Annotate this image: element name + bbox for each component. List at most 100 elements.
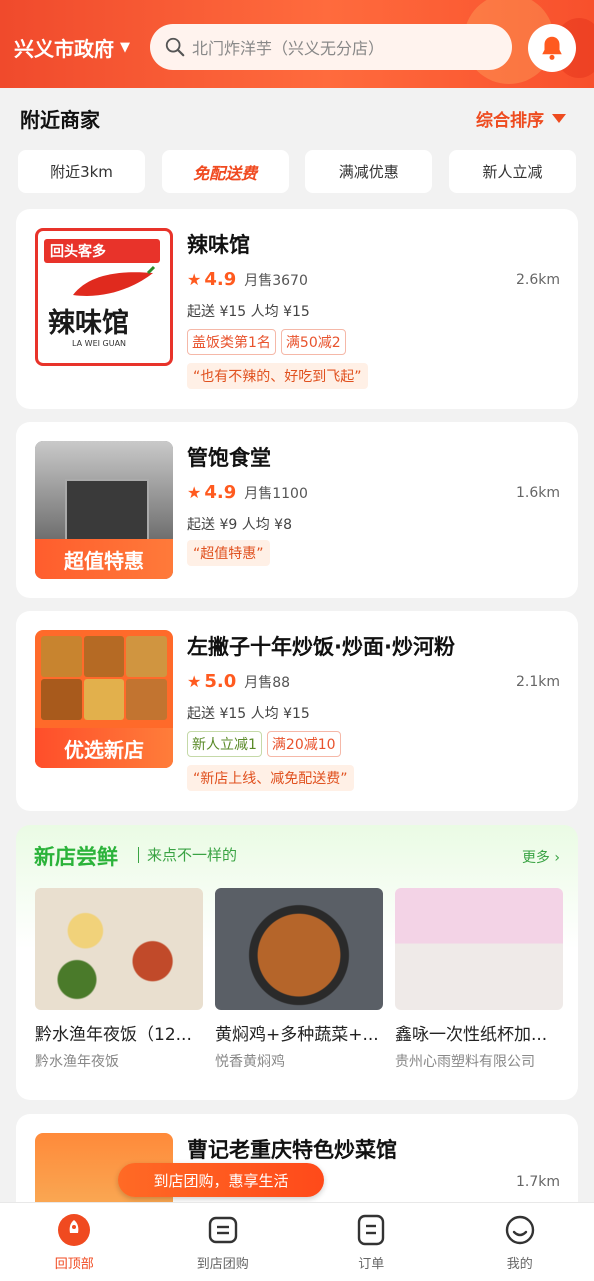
chevron-down-icon: ▼ (120, 40, 130, 55)
more-link[interactable]: 更多 › (522, 847, 560, 867)
shop-card[interactable]: 超值特惠 管饱食堂 ★ 4.9 月售1100 1.6km 起送 ¥9 人均 ¥8… (16, 422, 578, 598)
sort-label: 综合排序 (476, 106, 544, 131)
shop-meta: 起送 ¥15 人均 ¥15 (187, 301, 310, 321)
shop-sales: 月售3670 (244, 270, 308, 290)
filter-bar: 附近3km 免配送费 满减优惠 新人立减 (18, 150, 576, 193)
section-title: 附近商家 (20, 104, 100, 133)
search-icon (164, 36, 186, 58)
new-shop-name: 黄焖鸡+多种蔬菜+... (215, 1020, 383, 1045)
rocket-icon (57, 1213, 91, 1247)
shop-distance: 1.7km (516, 1174, 560, 1190)
shop-score: 5.0 (204, 671, 236, 692)
shop-meta: 起送 ¥9 人均 ¥8 (187, 514, 292, 534)
shop-name: 辣味馆 (187, 229, 250, 259)
shop-tag: 盖饭类第1名 (187, 329, 276, 355)
new-shop-item[interactable]: 黔水渔年夜饭（12... 黔水渔年夜饭 (35, 888, 203, 1071)
new-shops-section: 新店尝鲜 来点不一样的 更多 › 黔水渔年夜饭（12... 黔水渔年夜饭 黄焖鸡… (16, 825, 578, 1100)
shop-sales: 月售88 (244, 672, 290, 692)
chevron-right-icon: › (554, 850, 560, 866)
new-shop-name: 黔水渔年夜饭（12... (35, 1020, 203, 1045)
min-order: 起送 ¥15 (187, 304, 246, 320)
search-placeholder: 北门炸洋芋（兴义无分店） (192, 35, 384, 59)
rating-row: ★ 4.9 月售1100 1.6km (187, 482, 560, 503)
thumb-promo: 超值特惠 (35, 539, 173, 579)
food-grid-image (41, 636, 167, 720)
rating-row: ★ 4.9 月售3670 2.6km (187, 269, 560, 290)
triangle-down-icon (552, 114, 566, 123)
star-icon: ★ (187, 270, 201, 289)
profile-icon (503, 1213, 537, 1247)
new-shop-name: 鑫咏一次性纸杯加... (395, 1020, 563, 1045)
shop-distance: 1.6km (516, 485, 560, 501)
shop-thumbnail: 回头客多 辣味馆 LA WEI GUAN (35, 228, 173, 366)
new-shop-owner: 贵州心雨塑料有限公司 (395, 1051, 563, 1071)
notification-button[interactable] (528, 24, 576, 72)
rating-row: ★ 5.0 月售88 2.1km (187, 671, 560, 692)
shop-thumbnail: 超值特惠 (35, 441, 173, 579)
shop-card[interactable]: 回头客多 辣味馆 LA WEI GUAN 辣味馆 ★ 4.9 月售3670 2.… (16, 209, 578, 409)
order-icon (354, 1213, 388, 1247)
shop-sales: 月售1100 (244, 483, 308, 503)
location-label: 兴义市政府 (14, 33, 114, 62)
nav-profile[interactable]: 我的 (446, 1203, 594, 1281)
shop-score: 4.9 (204, 269, 236, 290)
shop-thumbnail: 优选新店 (35, 630, 173, 768)
store-icon (206, 1213, 240, 1247)
thumb-logo: 辣味馆 (48, 301, 129, 340)
group-buy-banner[interactable]: 到店团购，惠享生活 (118, 1163, 324, 1197)
shop-tag: 满50减2 (281, 329, 346, 355)
new-shop-owner: 黔水渔年夜饭 (35, 1051, 203, 1071)
min-order: 起送 ¥15 (187, 706, 246, 722)
nav-label: 我的 (507, 1253, 533, 1272)
search-bar[interactable]: 北门炸洋芋（兴义无分店） (150, 24, 512, 70)
nav-label: 回顶部 (55, 1253, 94, 1272)
thumb-logo-sub: LA WEI GUAN (72, 339, 126, 348)
location-selector[interactable]: 兴义市政府 ▼ (14, 33, 130, 62)
shop-card[interactable]: 优选新店 左撇子十年炒饭·炒面·炒河粉 ★ 5.0 月售88 2.1km 起送 … (16, 611, 578, 811)
shop-quote: “也有不辣的、好吃到飞起” (187, 363, 368, 389)
per-person: 人均 ¥8 (242, 517, 292, 533)
new-shop-image (215, 888, 383, 1010)
filter-new-user[interactable]: 新人立减 (449, 150, 576, 193)
per-person: 人均 ¥15 (251, 706, 310, 722)
star-icon: ★ (187, 672, 201, 691)
filter-discount[interactable]: 满减优惠 (305, 150, 432, 193)
thumb-ribbon: 回头客多 (44, 239, 160, 263)
star-icon: ★ (187, 483, 201, 502)
per-person: 人均 ¥15 (251, 304, 310, 320)
new-shop-item[interactable]: 鑫咏一次性纸杯加... 贵州心雨塑料有限公司 (395, 888, 563, 1071)
new-shop-image (35, 888, 203, 1010)
new-shops-subtitle: 来点不一样的 (138, 847, 237, 863)
top-header: 兴义市政府 ▼ 北门炸洋芋（兴义无分店） (0, 0, 594, 88)
nav-back-to-top[interactable]: 回顶部 (0, 1203, 149, 1281)
shop-quote: “新店上线、减免配送费” (187, 765, 354, 791)
new-shop-item[interactable]: 黄焖鸡+多种蔬菜+... 悦香黄焖鸡 (215, 888, 383, 1071)
shop-meta: 起送 ¥15 人均 ¥15 (187, 703, 310, 723)
bottom-nav: 回顶部 到店团购 订单 我的 (0, 1202, 594, 1281)
filter-nearby[interactable]: 附近3km (18, 150, 145, 193)
shop-distance: 2.1km (516, 674, 560, 690)
nav-label: 订单 (358, 1253, 384, 1272)
filter-free-delivery[interactable]: 免配送费 (162, 150, 289, 193)
new-shop-owner: 悦香黄焖鸡 (215, 1051, 383, 1071)
more-label: 更多 (522, 850, 550, 866)
sort-dropdown[interactable]: 综合排序 (476, 106, 566, 131)
thumb-promo: 优选新店 (35, 728, 173, 768)
nav-group-buy[interactable]: 到店团购 (149, 1203, 298, 1281)
shop-score: 4.9 (204, 482, 236, 503)
shop-distance: 2.6km (516, 272, 560, 288)
bell-icon (537, 33, 567, 63)
shop-tags: 盖饭类第1名 满50减2 (187, 329, 346, 355)
shop-tag: 新人立减1 (187, 731, 262, 757)
shop-tag: 满20减10 (267, 731, 341, 757)
chili-icon (68, 265, 158, 305)
nearby-section-header: 附近商家 综合排序 (0, 88, 594, 146)
nav-label: 到店团购 (197, 1253, 249, 1272)
shop-name: 管饱食堂 (187, 442, 271, 472)
shop-quote: “超值特惠” (187, 540, 270, 566)
new-shops-title: 新店尝鲜 (34, 841, 118, 871)
shop-name: 曹记老重庆特色炒菜馆 (187, 1134, 397, 1164)
min-order: 起送 ¥9 (187, 517, 237, 533)
shop-name: 左撇子十年炒饭·炒面·炒河粉 (187, 631, 455, 661)
nav-orders[interactable]: 订单 (297, 1203, 446, 1281)
